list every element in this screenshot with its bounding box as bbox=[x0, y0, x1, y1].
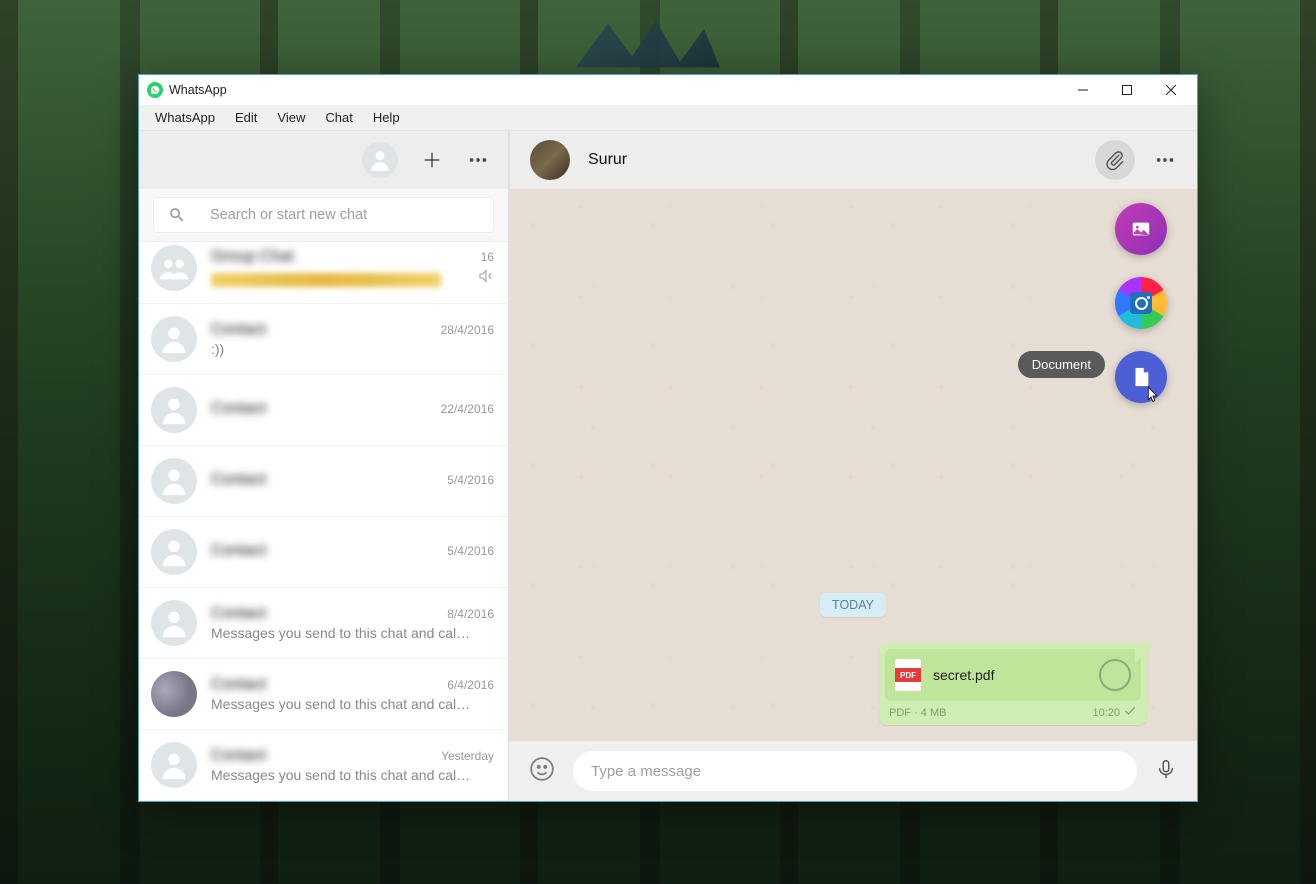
chat-list-item[interactable]: Contact 6/4/2016 Messages you send to this… bbox=[139, 659, 508, 730]
chat-name: Contact bbox=[211, 605, 266, 623]
chat-avatar bbox=[151, 458, 197, 504]
chat-preview: Messages you send to this chat and calls… bbox=[211, 767, 471, 783]
window-minimize-button[interactable] bbox=[1061, 75, 1105, 105]
chat-name: Contact bbox=[211, 747, 266, 765]
window-close-button[interactable] bbox=[1149, 75, 1193, 105]
menu-chat[interactable]: Chat bbox=[315, 107, 362, 128]
chat-avatar bbox=[151, 600, 197, 646]
chat-list-item[interactable]: Group Chat 16 bbox=[139, 242, 508, 304]
chat-list[interactable]: Group Chat 16 Contact 28/4/2016:)) Contact 22… bbox=[139, 242, 508, 801]
image-icon bbox=[1130, 218, 1152, 240]
file-name: secret.pdf bbox=[933, 667, 1087, 683]
date-separator: TODAY bbox=[820, 593, 886, 617]
search-wrap bbox=[139, 189, 508, 242]
file-attachment[interactable]: PDF secret.pdf bbox=[885, 649, 1141, 701]
new-chat-button[interactable] bbox=[420, 148, 444, 172]
delivered-check-icon bbox=[1123, 704, 1137, 721]
message-input[interactable] bbox=[591, 763, 1119, 780]
chat-time: 22/4/2016 bbox=[441, 402, 494, 416]
chat-list-item[interactable]: Contact 22/4/2016 bbox=[139, 375, 508, 446]
search-icon bbox=[168, 206, 186, 224]
attach-button[interactable] bbox=[1095, 140, 1135, 180]
attachment-menu: Document bbox=[1115, 203, 1167, 403]
compose-input-wrap[interactable] bbox=[573, 751, 1137, 791]
chat-preview: Messages you send to this chat and calls… bbox=[211, 625, 471, 641]
menu-edit[interactable]: Edit bbox=[225, 107, 267, 128]
contact-avatar[interactable] bbox=[530, 140, 570, 180]
chat-avatar bbox=[151, 316, 197, 362]
download-button[interactable] bbox=[1099, 659, 1131, 691]
chat-list-item[interactable]: Contact 5/4/2016 bbox=[139, 517, 508, 588]
chat-name: Contact bbox=[211, 676, 266, 694]
search-input[interactable] bbox=[210, 207, 479, 223]
cursor-icon bbox=[1141, 385, 1163, 407]
chat-avatar bbox=[151, 387, 197, 433]
chat-avatar bbox=[151, 671, 197, 717]
chat-avatar bbox=[151, 529, 197, 575]
message-meta: PDF · 4 MB 10:20 bbox=[885, 701, 1141, 723]
chat-list-item[interactable]: Contact 28/4/2016:)) bbox=[139, 304, 508, 375]
menu-view[interactable]: View bbox=[267, 107, 315, 128]
camera-icon bbox=[1130, 292, 1152, 314]
chat-name: Contact bbox=[211, 471, 266, 489]
chat-preview: Messages you send to this chat and calls… bbox=[211, 696, 471, 712]
chat-time: 8/4/2016 bbox=[447, 607, 494, 621]
titlebar[interactable]: WhatsApp bbox=[139, 75, 1197, 105]
chat-name: Contact bbox=[211, 542, 266, 560]
document-icon bbox=[1130, 366, 1152, 388]
chat-time: 6/4/2016 bbox=[447, 678, 494, 692]
right-pane: Surur Document bbox=[509, 131, 1197, 801]
chat-time: 5/4/2016 bbox=[447, 473, 494, 487]
chat-preview: :)) bbox=[211, 341, 224, 357]
left-menu-button[interactable] bbox=[466, 148, 490, 172]
chat-name: Group Chat bbox=[211, 248, 294, 266]
menubar: WhatsApp Edit View Chat Help bbox=[139, 105, 1197, 131]
emoji-button[interactable] bbox=[529, 756, 555, 787]
search-box[interactable] bbox=[153, 197, 494, 233]
left-pane: Group Chat 16 Contact 28/4/2016:)) Contact 22… bbox=[139, 131, 509, 801]
chat-time: Yesterday bbox=[441, 749, 494, 763]
chat-menu-button[interactable] bbox=[1153, 148, 1177, 172]
chat-avatar bbox=[151, 245, 197, 291]
whatsapp-logo-icon bbox=[147, 82, 163, 98]
attach-gallery-button[interactable] bbox=[1115, 203, 1167, 255]
attach-camera-button[interactable] bbox=[1115, 277, 1167, 329]
window-title: WhatsApp bbox=[169, 83, 227, 97]
pdf-icon: PDF bbox=[895, 659, 921, 691]
attach-tooltip: Document bbox=[1018, 351, 1105, 378]
message-time: 10:20 bbox=[1092, 707, 1120, 719]
chat-name: Contact bbox=[211, 321, 266, 339]
chat-background: Document TODAY PDF secret.pdf bbox=[509, 189, 1197, 741]
chat-avatar bbox=[151, 742, 197, 788]
outgoing-message[interactable]: PDF secret.pdf PDF · 4 MB 10:20 bbox=[879, 643, 1147, 725]
self-avatar[interactable] bbox=[362, 142, 398, 178]
chat-time: 16 bbox=[481, 250, 494, 264]
composer bbox=[509, 741, 1197, 801]
chat-list-item[interactable]: Contact 5/4/2016 bbox=[139, 446, 508, 517]
chat-time: 5/4/2016 bbox=[447, 544, 494, 558]
left-header bbox=[139, 131, 508, 189]
attach-document-button[interactable] bbox=[1115, 351, 1167, 403]
chat-header: Surur bbox=[509, 131, 1197, 189]
chat-list-item[interactable]: Contact 8/4/2016 Messages you send to this… bbox=[139, 588, 508, 659]
menu-whatsapp[interactable]: WhatsApp bbox=[145, 107, 225, 128]
file-info: PDF · 4 MB bbox=[889, 707, 946, 719]
mic-button[interactable] bbox=[1155, 756, 1177, 787]
menu-help[interactable]: Help bbox=[363, 107, 410, 128]
chat-name: Contact bbox=[211, 400, 266, 418]
contact-name[interactable]: Surur bbox=[588, 151, 1077, 169]
app-window: WhatsApp WhatsApp Edit View Chat Help bbox=[138, 74, 1198, 802]
muted-icon bbox=[478, 268, 494, 289]
window-maximize-button[interactable] bbox=[1105, 75, 1149, 105]
chat-preview bbox=[211, 273, 441, 287]
chat-time: 28/4/2016 bbox=[441, 323, 494, 337]
chat-list-item[interactable]: Contact Yesterday Messages you send to thi… bbox=[139, 730, 508, 801]
